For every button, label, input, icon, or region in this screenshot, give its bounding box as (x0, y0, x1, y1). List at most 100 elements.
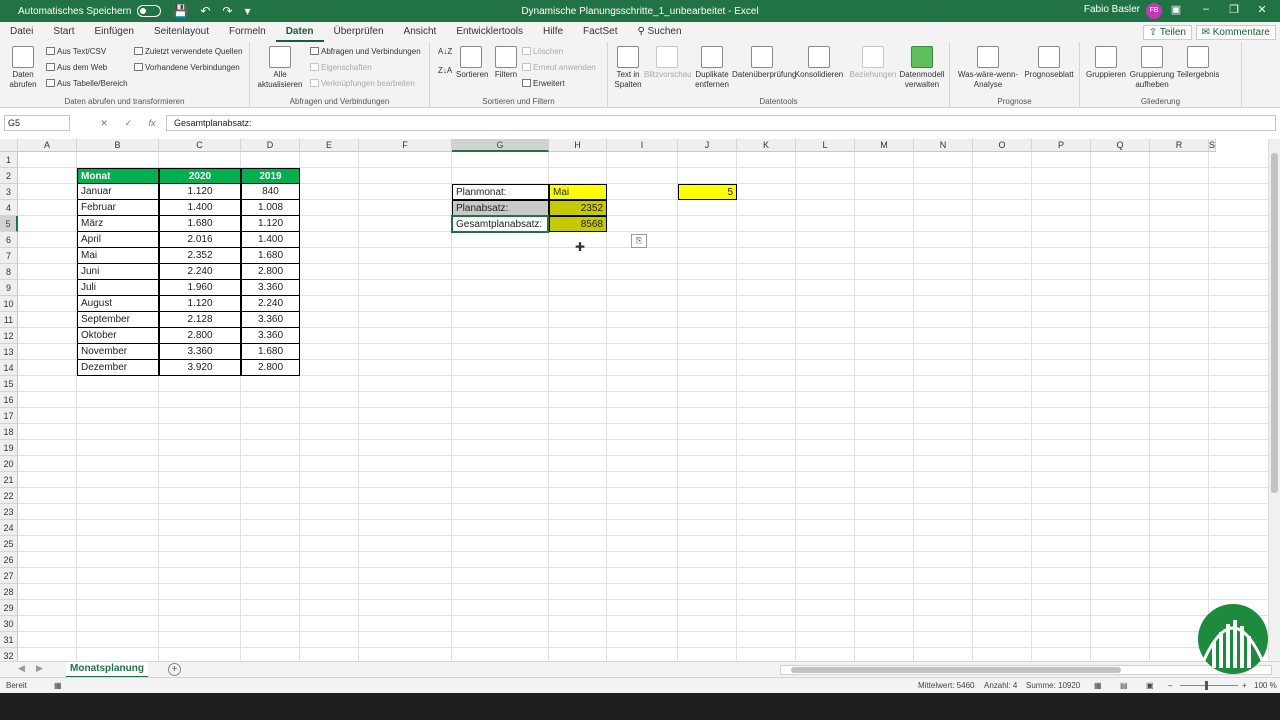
table-cell-2020[interactable]: 3.920 (159, 360, 241, 376)
column-header-d[interactable]: D (241, 139, 300, 152)
row-header-8[interactable]: 8 (0, 264, 18, 280)
table-cell-month[interactable]: Februar (77, 200, 159, 216)
row-header-11[interactable]: 11 (0, 312, 18, 328)
restore-icon[interactable]: ❐ (1226, 3, 1242, 16)
redo-icon[interactable]: ↷ (222, 4, 232, 18)
from-web-button[interactable]: Aus dem Web (46, 63, 107, 72)
table-cell-2020[interactable]: 2.016 (159, 232, 241, 248)
table-cell-month[interactable]: Juli (77, 280, 159, 296)
zoom-level[interactable]: 100 % (1254, 681, 1277, 690)
table-cell-2020[interactable]: 1.680 (159, 216, 241, 232)
cell-j3-value[interactable]: 5 (678, 184, 737, 200)
column-header-h[interactable]: H (549, 139, 607, 152)
row-header-16[interactable]: 16 (0, 392, 18, 408)
column-header-p[interactable]: P (1032, 139, 1091, 152)
sort-za-button[interactable]: Z↓A (438, 66, 452, 75)
advanced-filter-button[interactable]: Erweitert (522, 79, 565, 88)
forecast-sheet-button[interactable]: Prognoseblatt (1022, 46, 1076, 80)
comments-button[interactable]: ✉ Kommentare (1195, 25, 1276, 40)
share-button[interactable]: ⇧ Teilen (1142, 25, 1192, 40)
plan-sales-value[interactable]: 2352 (549, 200, 607, 216)
plan-sales-label[interactable]: Planabsatz: (452, 200, 549, 216)
reapply-button[interactable]: Erneut anwenden (522, 63, 596, 72)
flash-fill-button[interactable]: Blitzvorschau (644, 46, 692, 80)
row-header-14[interactable]: 14 (0, 360, 18, 376)
row-header-5[interactable]: 5 (0, 216, 18, 232)
enter-icon[interactable]: ✓ (124, 118, 132, 129)
plan-month-label[interactable]: Planmonat: (452, 184, 549, 200)
table-cell-month[interactable]: Oktober (77, 328, 159, 344)
column-header-q[interactable]: Q (1091, 139, 1150, 152)
table-cell-2020[interactable]: 1.120 (159, 296, 241, 312)
table-cell-2019[interactable]: 1.400 (241, 232, 300, 248)
zoom-in-icon[interactable]: + (1242, 681, 1247, 690)
table-cell-month[interactable]: September (77, 312, 159, 328)
row-header-27[interactable]: 27 (0, 568, 18, 584)
get-data-button[interactable]: Daten abrufen (6, 46, 40, 90)
search-box[interactable]: ⚲ Suchen (628, 22, 692, 42)
table-cell-2019[interactable]: 2.800 (241, 264, 300, 280)
clear-filter-button[interactable]: Löschen (522, 47, 563, 56)
data-validation-button[interactable]: Datenüberprüfung (732, 46, 797, 80)
table-cell-month[interactable]: August (77, 296, 159, 312)
add-sheet-icon[interactable]: + (168, 663, 181, 676)
row-header-20[interactable]: 20 (0, 456, 18, 472)
insert-function-icon[interactable]: fx (149, 118, 156, 128)
table-header-month[interactable]: Monat (77, 168, 159, 184)
refresh-all-button[interactable]: Alle aktualisieren (256, 46, 304, 90)
undo-icon[interactable]: ↶ (200, 4, 210, 18)
table-cell-month[interactable]: Juni (77, 264, 159, 280)
column-header-k[interactable]: K (737, 139, 796, 152)
close-icon[interactable]: ✕ (1254, 3, 1270, 16)
existing-connections-button[interactable]: Vorhandene Verbindungen (134, 63, 240, 72)
from-table-button[interactable]: Aus Tabelle/Bereich (46, 79, 128, 88)
worksheet-grid[interactable]: A B C D E F G H I J K L M N O P Q R S 1 2 3 4 5 6 7 8 9 10 11 12 13 14 15… (0, 139, 1268, 661)
table-cell-2020[interactable]: 1.120 (159, 184, 241, 200)
row-header-31[interactable]: 31 (0, 632, 18, 648)
row-header-32[interactable]: 32 (0, 648, 18, 661)
queries-connections-button[interactable]: Abfragen und Verbindungen (310, 47, 421, 56)
table-cell-2020[interactable]: 2.240 (159, 264, 241, 280)
table-cell-2019[interactable]: 2.240 (241, 296, 300, 312)
what-if-button[interactable]: Was-wäre-wenn- Analyse (954, 46, 1022, 90)
save-icon[interactable]: 💾 (173, 4, 188, 18)
table-cell-2019[interactable]: 1.008 (241, 200, 300, 216)
ungroup-button[interactable]: Gruppierung aufheben (1128, 46, 1176, 90)
text-to-columns-button[interactable]: Text in Spalten (612, 46, 644, 90)
table-cell-2020[interactable]: 2.800 (159, 328, 241, 344)
row-header-17[interactable]: 17 (0, 408, 18, 424)
macro-record-icon[interactable]: ▦ (54, 681, 62, 690)
vertical-scroll-thumb[interactable] (1271, 153, 1278, 493)
table-cell-2019[interactable]: 840 (241, 184, 300, 200)
table-cell-2020[interactable]: 1.400 (159, 200, 241, 216)
filter-button[interactable]: Filtern (492, 46, 520, 80)
paste-options-icon[interactable]: ⎘ (631, 234, 647, 248)
table-cell-2019[interactable]: 1.680 (241, 344, 300, 360)
subtotal-button[interactable]: Teilergebnis (1176, 46, 1220, 80)
column-header-m[interactable]: M (855, 139, 914, 152)
horizontal-scroll-thumb[interactable] (791, 667, 1121, 673)
table-cell-2019[interactable]: 1.680 (241, 248, 300, 264)
zoom-out-icon[interactable]: – (1168, 681, 1172, 690)
tab-datei[interactable]: Datei (0, 22, 43, 42)
prev-sheet-icon[interactable]: ◀ (18, 663, 25, 674)
column-header-i[interactable]: I (607, 139, 678, 152)
column-header-o[interactable]: O (973, 139, 1032, 152)
row-header-18[interactable]: 18 (0, 424, 18, 440)
row-header-29[interactable]: 29 (0, 600, 18, 616)
vertical-scrollbar[interactable] (1268, 139, 1280, 661)
tab-factset[interactable]: FactSet (573, 22, 627, 42)
select-all-corner[interactable] (0, 139, 18, 152)
column-header-r[interactable]: R (1150, 139, 1209, 152)
row-header-19[interactable]: 19 (0, 440, 18, 456)
table-cell-2019[interactable]: 3.360 (241, 280, 300, 296)
tab-seitenlayout[interactable]: Seitenlayout (144, 22, 219, 42)
plan-month-value[interactable]: Mai (549, 184, 607, 200)
row-header-12[interactable]: 12 (0, 328, 18, 344)
tab-hilfe[interactable]: Hilfe (533, 22, 573, 42)
row-header-13[interactable]: 13 (0, 344, 18, 360)
column-header-g[interactable]: G (452, 139, 549, 152)
tab-entwicklertools[interactable]: Entwicklertools (446, 22, 533, 42)
row-header-21[interactable]: 21 (0, 472, 18, 488)
column-header-s[interactable]: S (1209, 139, 1217, 152)
